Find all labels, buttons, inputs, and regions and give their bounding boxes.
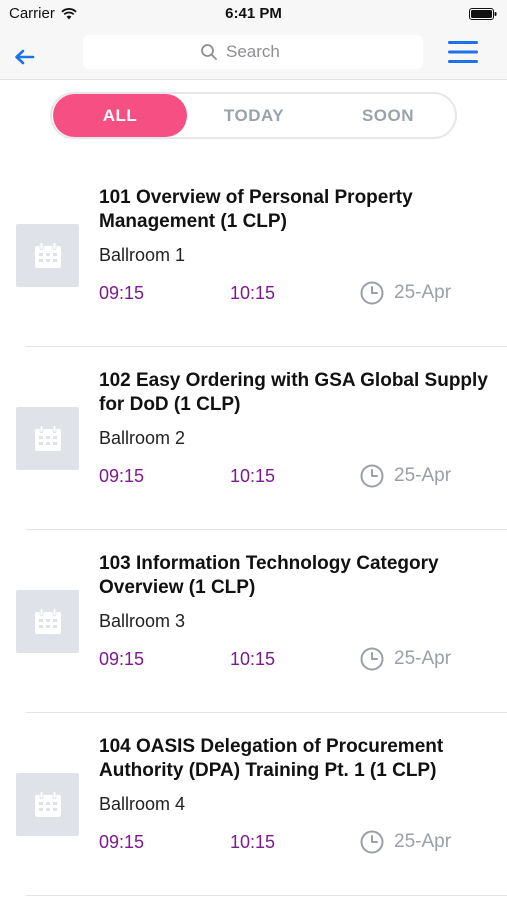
session-start-time: 09:15 (99, 832, 145, 852)
session-thumbnail (16, 590, 79, 653)
session-start-time: 09:15 (99, 649, 145, 669)
session-thumbnail (16, 224, 79, 287)
calendar-icon (34, 241, 61, 268)
session-date: 25-Apr (394, 282, 452, 303)
session-end-time: 10:15 (230, 283, 276, 303)
search-bar[interactable] (83, 35, 423, 69)
back-arrow-icon[interactable] (12, 46, 36, 68)
session-thumbnail (16, 773, 79, 836)
session-date-group: 25-Apr (360, 464, 451, 488)
session-date: 25-Apr (394, 648, 452, 669)
session-title: 103 Information Technology Category Over… (99, 553, 439, 598)
session-room: Ballroom 2 (99, 428, 186, 448)
search-input[interactable] (226, 42, 306, 62)
session-start-time: 09:15 (99, 283, 145, 303)
status-bar: Carrier 6:41 PM (0, 0, 507, 30)
list-item[interactable]: 103 Information Technology Category Over… (0, 530, 507, 713)
session-date-group: 25-Apr (360, 647, 451, 671)
list-item[interactable]: 101 Overview of Personal Property Manage… (0, 164, 507, 347)
session-end-time: 10:15 (230, 649, 276, 669)
session-room: Ballroom 1 (99, 245, 186, 265)
session-date-group: 25-Apr (360, 830, 451, 854)
session-end-time: 10:15 (230, 832, 276, 852)
session-date: 25-Apr (394, 831, 452, 852)
segment-soon[interactable]: SOON (321, 93, 455, 138)
session-room: Ballroom 4 (99, 794, 186, 814)
clock-icon (360, 464, 384, 488)
calendar-icon (34, 790, 61, 817)
session-room: Ballroom 3 (99, 611, 186, 631)
session-list: 101 Overview of Personal Property Manage… (0, 164, 507, 896)
session-title: 104 OASIS Delegation of Procurement Auth… (99, 736, 444, 781)
hamburger-menu-icon[interactable] (447, 39, 479, 65)
session-end-time: 10:15 (230, 466, 276, 486)
calendar-icon (34, 424, 61, 451)
row-divider (26, 895, 507, 896)
nav-bar (0, 30, 507, 80)
filter-segmented-control: ALL TODAY SOON (50, 92, 457, 139)
list-item[interactable]: 102 Easy Ordering with GSA Global Supply… (0, 347, 507, 530)
list-item[interactable]: 104 OASIS Delegation of Procurement Auth… (0, 713, 507, 896)
session-title: 101 Overview of Personal Property Manage… (99, 187, 413, 232)
session-thumbnail (16, 407, 79, 470)
session-title: 102 Easy Ordering with GSA Global Supply… (99, 370, 488, 415)
segment-today[interactable]: TODAY (187, 93, 321, 138)
clock-icon (360, 281, 384, 305)
status-time: 6:41 PM (225, 5, 282, 22)
calendar-icon (34, 607, 61, 634)
session-date: 25-Apr (394, 465, 452, 486)
search-icon (201, 44, 217, 60)
session-start-time: 09:15 (99, 466, 145, 486)
battery-icon (469, 8, 497, 20)
segment-all[interactable]: ALL (53, 94, 187, 137)
session-date-group: 25-Apr (360, 281, 451, 305)
clock-icon (360, 647, 384, 671)
clock-icon (360, 830, 384, 854)
